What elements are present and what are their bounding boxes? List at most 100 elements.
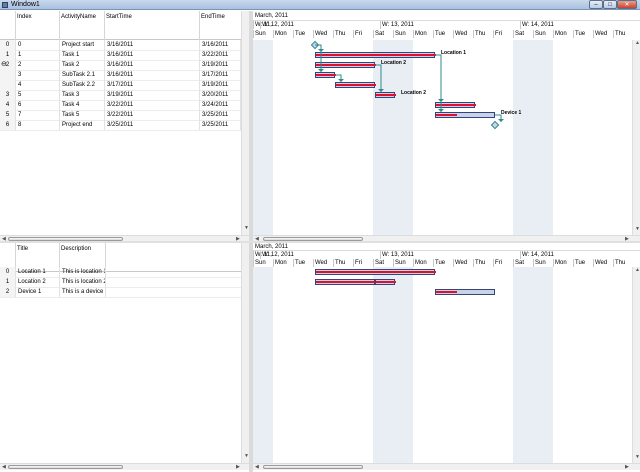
table-row[interactable]: 0 0 Project start 3/16/2011 3/16/2011 xyxy=(0,40,241,50)
collapse-toggle-icon[interactable]: ⊖ xyxy=(1,60,7,70)
timeline-week-14: W: 14, 2011 xyxy=(520,251,640,259)
row-header[interactable] xyxy=(0,80,16,90)
timeline-day: Fri xyxy=(353,259,373,267)
row-header[interactable]: 6 xyxy=(0,120,16,130)
dependency-link xyxy=(435,54,442,102)
cell-starttime: 3/16/2011 xyxy=(105,70,200,80)
timeline-day: Wed xyxy=(313,259,333,267)
resource-grid: Title Description 0 Location 1 This is loc… xyxy=(0,243,249,472)
cell-description: This is location 1 xyxy=(62,267,106,277)
weekend-column xyxy=(533,267,553,463)
row-header-corner xyxy=(0,11,16,40)
cell-title: Location 2 xyxy=(16,277,60,287)
cell-activityname: SubTask 2.2 xyxy=(60,80,105,90)
table-row[interactable]: 5 7 Task 5 3/22/2011 3/25/2011 xyxy=(0,110,241,120)
timeline-day: Sat xyxy=(513,259,533,267)
dependency-links xyxy=(315,44,504,122)
row-header[interactable]: 1 xyxy=(0,277,16,287)
timeline-day: Fri xyxy=(493,259,513,267)
timeline-day: Mon xyxy=(413,259,433,267)
cell-index: 8 xyxy=(16,120,60,130)
scroll-up-arrow-icon[interactable]: ▲ xyxy=(635,267,640,273)
task-progress xyxy=(436,291,457,293)
gantt-bottom-vscroll[interactable]: ▲ ▼ xyxy=(632,267,640,463)
resource-task-bar[interactable] xyxy=(315,269,436,275)
gantt-bottom-hscroll[interactable]: ◀ ▶ xyxy=(253,463,640,470)
col-header-starttime[interactable]: StartTime xyxy=(105,11,200,40)
cell-activityname: Task 3 xyxy=(60,90,105,100)
cell-starttime: 3/25/2011 xyxy=(105,120,200,130)
minimize-button[interactable]: – xyxy=(589,0,603,9)
resource-grid-hscroll[interactable]: ◀ ▶ xyxy=(0,463,249,470)
app-icon xyxy=(2,2,8,8)
scroll-right-arrow-icon[interactable]: ▶ xyxy=(625,464,629,470)
task-progress xyxy=(316,281,376,283)
cell-activityname: Project end xyxy=(60,120,105,130)
cell-endtime: 3/19/2011 xyxy=(200,60,241,70)
cell-endtime: 3/17/2011 xyxy=(200,70,241,80)
scroll-right-arrow-icon[interactable]: ▶ xyxy=(236,464,240,470)
table-row[interactable]: 4 SubTask 2.2 3/17/2011 3/19/2011 xyxy=(0,80,241,90)
col-header-index[interactable]: Index xyxy=(16,11,60,40)
task-progress xyxy=(316,271,436,273)
cell-index: 0 xyxy=(16,40,60,50)
row-header[interactable]: 4 xyxy=(0,100,16,110)
window-title: Window1 xyxy=(11,1,40,8)
scroll-up-arrow-icon[interactable]: ▲ xyxy=(635,40,640,46)
cell-description: This is a device xyxy=(60,287,106,297)
cell-endtime: 3/22/2011 xyxy=(200,50,241,60)
row-header[interactable] xyxy=(0,70,16,80)
table-row[interactable]: 0 Location 1 This is location 1 xyxy=(0,267,241,277)
row-header[interactable]: 3 xyxy=(0,90,16,100)
close-button[interactable]: ✕ xyxy=(617,0,637,9)
row-header[interactable]: 1 xyxy=(0,50,16,60)
cell-index: 2 xyxy=(16,60,60,70)
cell-title: Location 1 xyxy=(16,267,60,277)
timeline-header-bottom: March, 2011 W: 11, W: 12, 2011 W: 13, 20… xyxy=(253,243,640,267)
table-row[interactable]: 1 Location 2 This is location 2 xyxy=(0,277,241,287)
row-header[interactable]: 2 xyxy=(0,287,16,297)
table-row[interactable]: 6 8 Project end 3/25/2011 3/25/2011 xyxy=(0,120,241,130)
scroll-left-arrow-icon[interactable]: ◀ xyxy=(255,464,259,470)
maximize-button[interactable]: □ xyxy=(603,0,617,9)
timeline-day: Mon xyxy=(553,259,573,267)
scroll-left-arrow-icon[interactable]: ◀ xyxy=(2,464,6,470)
timeline-day: Tue xyxy=(293,259,313,267)
resource-grid-vscroll[interactable]: ▼ xyxy=(241,243,249,463)
task-progress xyxy=(376,281,396,283)
cell-starttime: 3/22/2011 xyxy=(105,110,200,120)
cell-starttime: 3/22/2011 xyxy=(105,100,200,110)
timeline-month: March, 2011 xyxy=(253,243,640,251)
task-grid: Index ActivityName StartTime EndTime 00P… xyxy=(0,11,249,242)
cell-endtime: 3/20/2011 xyxy=(200,90,241,100)
scroll-down-arrow-icon[interactable]: ▼ xyxy=(635,226,640,232)
weekend-column xyxy=(513,267,533,463)
table-row[interactable]: 3 SubTask 2.1 3/16/2011 3/17/2011 xyxy=(0,70,241,80)
row-header[interactable]: 5 xyxy=(0,110,16,120)
resource-task-bar[interactable] xyxy=(435,289,495,295)
weekend-column xyxy=(253,267,273,463)
cell-endtime: 3/25/2011 xyxy=(200,120,241,130)
weekend-column xyxy=(373,267,393,463)
gantt-top-vscroll[interactable]: ▲ ▼ xyxy=(632,40,640,235)
arrowhead-icon xyxy=(498,119,504,122)
table-row[interactable]: 2 Device 1 This is a device xyxy=(0,287,241,297)
gantt-chart-bottom: March, 2011 W: 11, W: 12, 2011 W: 13, 20… xyxy=(253,243,640,472)
table-row[interactable]: 3 5 Task 3 3/19/2011 3/20/2011 xyxy=(0,90,241,100)
resource-task-bar[interactable] xyxy=(375,279,396,285)
row-header[interactable]: 0 xyxy=(0,267,16,277)
row-header[interactable]: 0 xyxy=(0,40,16,50)
table-row[interactable]: 2 2 Task 2 3/16/2011 3/19/2011 ⊖ xyxy=(0,60,241,70)
col-header-activityname[interactable]: ActivityName xyxy=(60,11,105,40)
task-grid-vscroll[interactable]: ▼ xyxy=(241,11,249,235)
cell-starttime: 3/17/2011 xyxy=(105,80,200,90)
col-header-endtime[interactable]: EndTime xyxy=(200,11,241,40)
scroll-down-arrow-icon[interactable]: ▼ xyxy=(635,454,640,460)
resource-task-bar[interactable] xyxy=(315,279,376,285)
cell-endtime: 3/25/2011 xyxy=(200,110,241,120)
gantt-chart-top: March, 2011 W: 11, W: 12, 2011 W: 13, 20… xyxy=(253,11,640,242)
table-row[interactable]: 1 1 Task 1 3/16/2011 3/22/2011 xyxy=(0,50,241,60)
table-row[interactable]: 4 6 Task 4 3/22/2011 3/24/2011 xyxy=(0,100,241,110)
gantt-bottom-hscroll-thumb[interactable] xyxy=(263,465,363,469)
resource-grid-hscroll-thumb[interactable] xyxy=(8,465,123,469)
